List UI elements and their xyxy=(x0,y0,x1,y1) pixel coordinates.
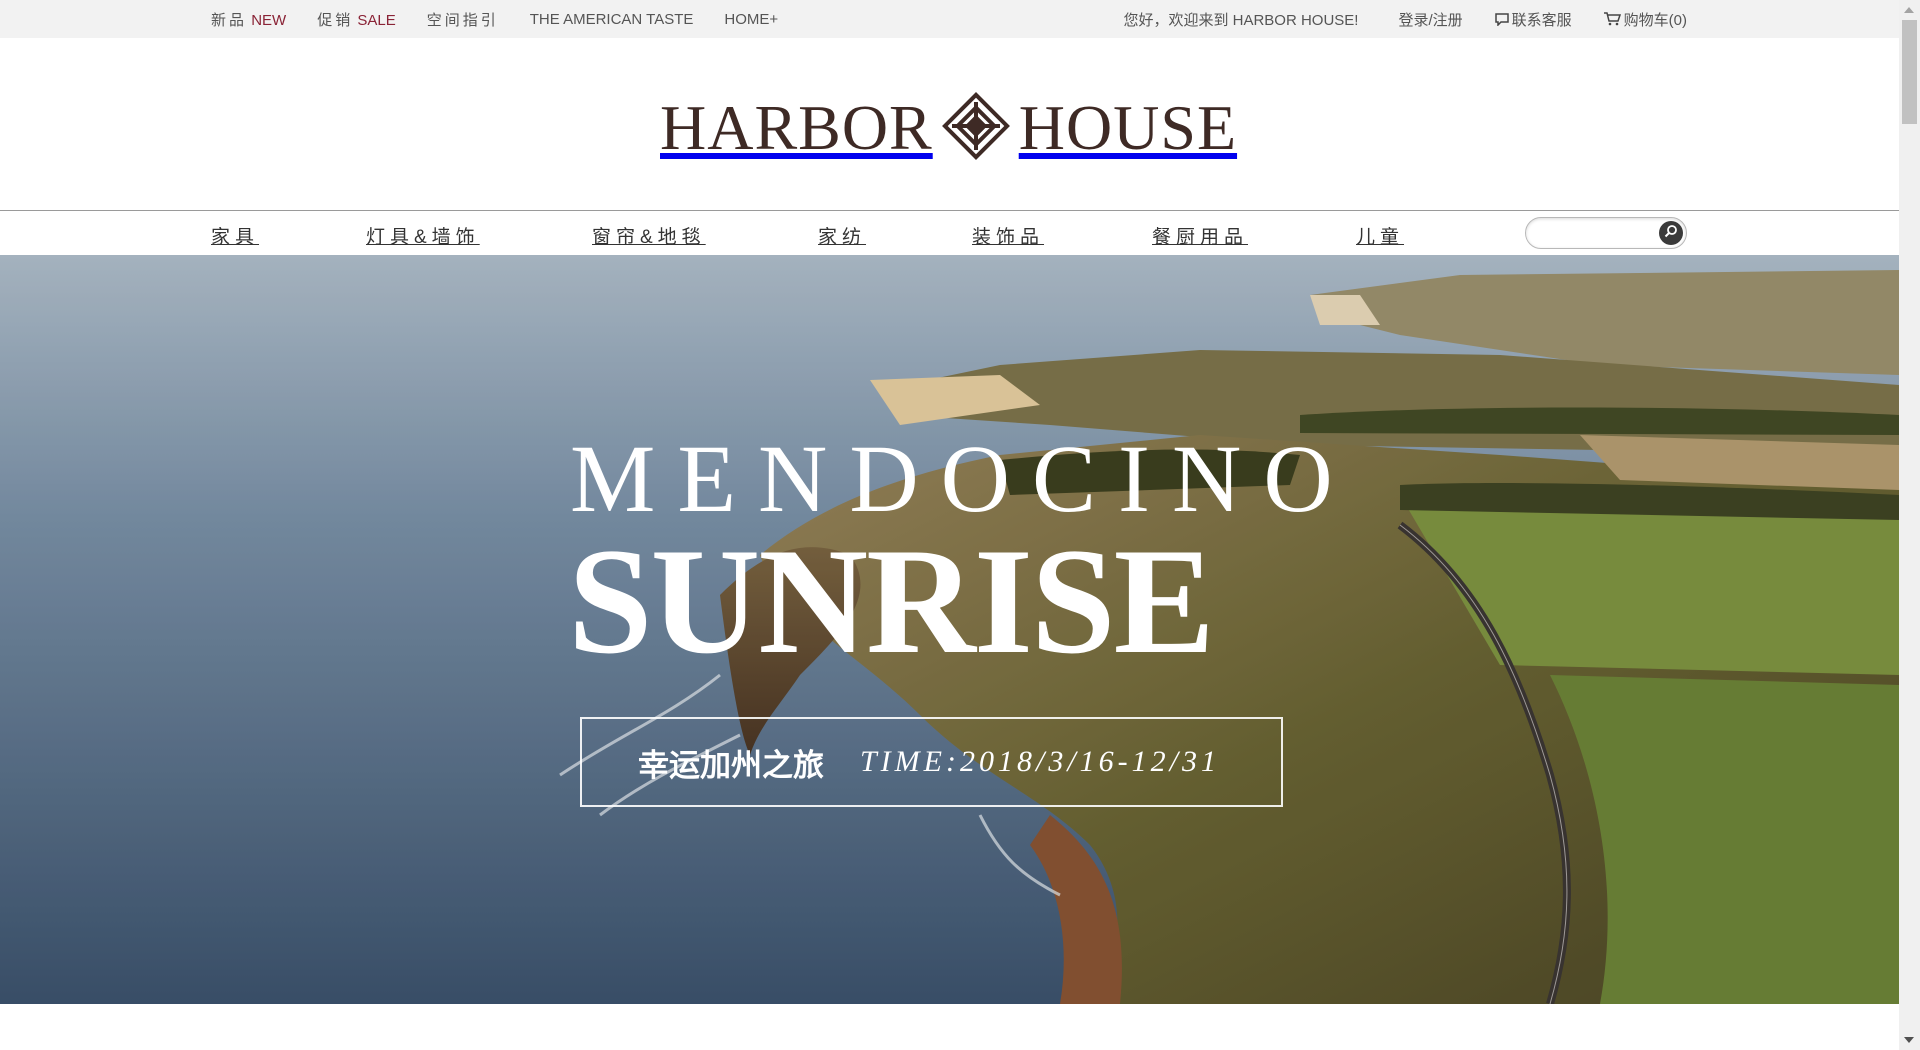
nav-item-decor[interactable]: 装饰品 xyxy=(972,222,1044,249)
top-link-sale-cn: 促销 xyxy=(317,11,354,29)
page-scrollbar[interactable] xyxy=(1899,0,1920,1050)
top-link-american-taste-label: THE AMERICAN TASTE xyxy=(529,10,694,28)
cart-label: 购物车(0) xyxy=(1623,11,1687,29)
top-link-sale-en: SALE xyxy=(357,11,396,29)
search-box xyxy=(1525,217,1687,249)
logo-word-right: HOUSE xyxy=(1018,92,1238,163)
chat-bubble-icon xyxy=(1494,12,1512,26)
top-links: 新品 NEW 促销 SALE 空间指引 THE AMERICAN TASTE H… xyxy=(211,0,809,38)
top-link-new-cn: 新品 xyxy=(211,11,248,29)
top-account-area: 您好，欢迎来到 HARBOR HOUSE! 登录/注册 联系客服 购物车(0) xyxy=(1123,0,1687,38)
top-link-home-plus[interactable]: HOME+ xyxy=(724,11,778,28)
nav-item-curtains-rugs[interactable]: 窗帘&地毯 xyxy=(592,222,706,249)
login-register-link[interactable]: 登录/注册 xyxy=(1398,9,1462,30)
cart-link[interactable]: 购物车(0) xyxy=(1603,9,1687,30)
hero-promo-time: TIME:2018/3/16-12/31 xyxy=(860,745,1220,778)
site-logo[interactable]: HARBOR HOUSE xyxy=(660,88,1240,168)
welcome-text: 您好，欢迎来到 HARBOR HOUSE! xyxy=(1123,11,1359,29)
nav-item-lighting-wall-decor[interactable]: 灯具&墙饰 xyxy=(366,222,480,249)
contact-service-link[interactable]: 联系客服 xyxy=(1494,9,1572,30)
top-link-sale[interactable]: 促销 SALE xyxy=(317,9,396,30)
logo-header: HARBOR HOUSE xyxy=(0,38,1899,210)
contact-service-label: 联系客服 xyxy=(1511,11,1572,29)
top-link-space-guide-label: 空间指引 xyxy=(426,11,499,29)
nav-item-kids[interactable]: 儿童 xyxy=(1356,222,1404,249)
hero-headline-sunrise: SUNRISE xyxy=(568,517,1215,685)
scroll-down-arrow-icon[interactable] xyxy=(1904,1037,1914,1043)
top-link-new[interactable]: 新品 NEW xyxy=(211,9,286,30)
scroll-up-arrow-icon[interactable] xyxy=(1904,7,1914,13)
search-input[interactable] xyxy=(1536,223,1648,243)
top-link-american-taste[interactable]: THE AMERICAN TASTE xyxy=(530,11,694,28)
hero-banner[interactable]: MENDOCINO SUNRISE 幸运加州之旅 TIME:2018/3/16-… xyxy=(0,255,1899,1004)
hero-promo-title: 幸运加州之旅 xyxy=(638,747,824,784)
nav-item-textiles[interactable]: 家纺 xyxy=(818,222,866,249)
scrollbar-thumb[interactable] xyxy=(1902,20,1917,124)
below-banner-area xyxy=(0,1004,1899,1050)
top-link-new-en: NEW xyxy=(251,11,287,29)
hero-headline-mendocino: MENDOCINO xyxy=(570,425,1355,532)
top-link-home-plus-label: HOME+ xyxy=(724,10,779,28)
search-button[interactable] xyxy=(1659,221,1683,245)
search-icon xyxy=(1664,224,1678,243)
top-link-space-guide[interactable]: 空间指引 xyxy=(427,9,499,30)
top-utility-bar: 新品 NEW 促销 SALE 空间指引 THE AMERICAN TASTE H… xyxy=(0,0,1899,38)
logo-word-left: HARBOR xyxy=(660,92,933,163)
hero-promo-box: 幸运加州之旅 TIME:2018/3/16-12/31 xyxy=(580,717,1283,807)
diamond-knot-icon xyxy=(933,89,1019,168)
cart-icon xyxy=(1603,12,1624,26)
nav-item-kitchen-dining[interactable]: 餐厨用品 xyxy=(1152,222,1248,249)
nav-item-furniture[interactable]: 家具 xyxy=(211,222,259,249)
main-nav: 家具 灯具&墙饰 窗帘&地毯 家纺 装饰品 餐厨用品 儿童 xyxy=(0,210,1899,255)
